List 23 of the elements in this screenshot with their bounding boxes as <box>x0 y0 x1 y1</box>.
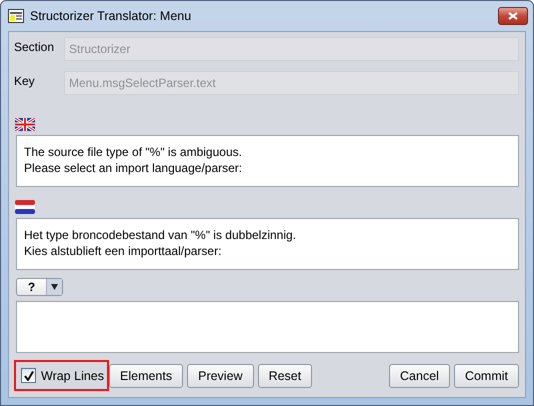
field-label: Section <box>14 39 56 54</box>
text-line: Kies alstublieft een importtaal/parser: <box>24 243 222 259</box>
dropdown-arrow-icon <box>51 284 58 290</box>
dialog-button[interactable]: Commit <box>454 364 519 388</box>
language-dropdown[interactable]: ? <box>16 278 63 296</box>
close-button[interactable] <box>498 7 528 25</box>
field-label: Key <box>14 73 36 88</box>
text-area[interactable]: Het type broncodebestand van "%" is dubbelzinnig. Kies alstublieft een importtaal/parser: <box>16 218 519 270</box>
dialog-button[interactable]: Cancel <box>389 364 450 388</box>
close-icon <box>508 12 518 20</box>
text-area[interactable]: The source file type of "%" is ambiguous. Please select an import language/parser: <box>16 135 519 187</box>
check-icon <box>24 370 34 380</box>
wrap-lines-checkbox[interactable]: Wrap Lines <box>14 360 109 391</box>
action-button[interactable]: Reset <box>258 364 312 388</box>
flag-icon <box>15 118 35 131</box>
text-line: Het type broncodebestand van "%" is dubbelzinnig. <box>24 227 298 243</box>
window-title: Structorizer Translator: Menu <box>30 9 192 23</box>
action-button[interactable]: Elements <box>109 364 184 388</box>
flag-icon <box>15 200 35 214</box>
text-line: The source file type of "%" is ambiguous. <box>24 144 243 160</box>
text-line: Please select an import language/parser: <box>24 160 244 176</box>
action-button[interactable]: Preview <box>187 364 254 388</box>
app-icon <box>8 9 24 23</box>
